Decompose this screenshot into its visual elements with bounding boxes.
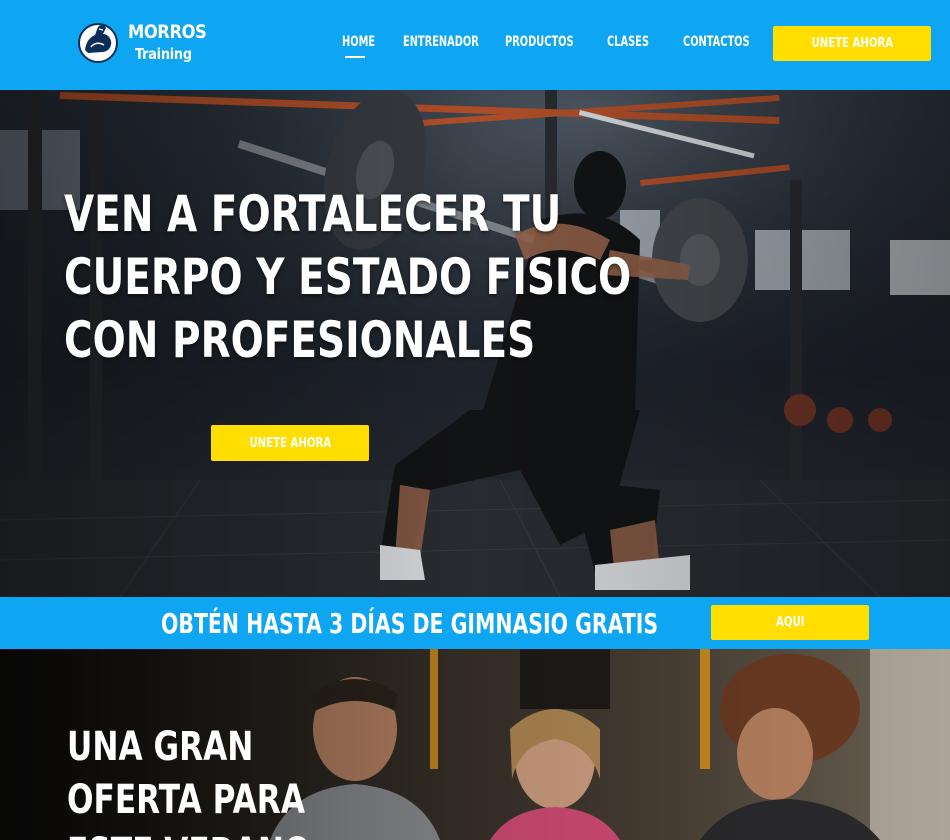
flexed-arm-icon — [78, 23, 118, 63]
promo-text: OBTÉN HASTA 3 DÍAS DE GIMNASIO GRATIS — [161, 607, 659, 640]
brand-tagline: Training — [135, 45, 192, 63]
hero-headline: VEN A FORTALECER TU CUERPO Y ESTADO FISI… — [64, 183, 632, 372]
nav-link-home[interactable]: HOME — [342, 34, 375, 50]
join-now-hero-label: UNETE AHORA — [249, 435, 331, 451]
join-now-nav-label: UNETE AHORA — [811, 36, 893, 51]
promo-here-button[interactable]: AQUI — [711, 605, 869, 640]
nav-link-productos[interactable]: PRODUCTOS — [505, 34, 574, 50]
summer-offer-section: UNA GRAN OFERTA PARA ESTE VERANO — [0, 649, 950, 840]
promo-here-label: AQUI — [775, 615, 805, 630]
join-now-hero-button[interactable]: UNETE AHORA — [211, 425, 369, 461]
free-days-promo-band: OBTÉN HASTA 3 DÍAS DE GIMNASIO GRATIS AQ… — [0, 597, 950, 649]
nav-active-indicator — [345, 56, 365, 58]
offer-headline-line-2: OFERTA PARA — [67, 777, 305, 823]
top-navbar: MORROS Training HOME ENTRENADOR PRODUCTO… — [0, 0, 950, 90]
nav-link-contactos[interactable]: CONTACTOS — [683, 34, 750, 50]
join-now-nav-button[interactable]: UNETE AHORA — [773, 26, 931, 61]
hero-headline-line-1: VEN A FORTALECER TU — [64, 185, 562, 243]
brand-name: MORROS — [128, 21, 207, 43]
offer-headline-line-1: UNA GRAN — [67, 724, 254, 770]
hero-headline-line-3: CON PROFESIONALES — [64, 311, 536, 369]
offer-headline: UNA GRAN OFERTA PARA ESTE VERANO — [67, 721, 379, 840]
hero-headline-line-2: CUERPO Y ESTADO FISICO — [64, 248, 632, 306]
nav-link-entrenador[interactable]: ENTRENADOR — [403, 34, 479, 50]
brand-logo[interactable]: MORROS Training — [76, 20, 207, 68]
nav-link-clases[interactable]: CLASES — [607, 34, 649, 50]
hero-section: VEN A FORTALECER TU CUERPO Y ESTADO FISI… — [0, 90, 950, 597]
offer-headline-line-3: ESTE VERANO — [67, 827, 311, 840]
